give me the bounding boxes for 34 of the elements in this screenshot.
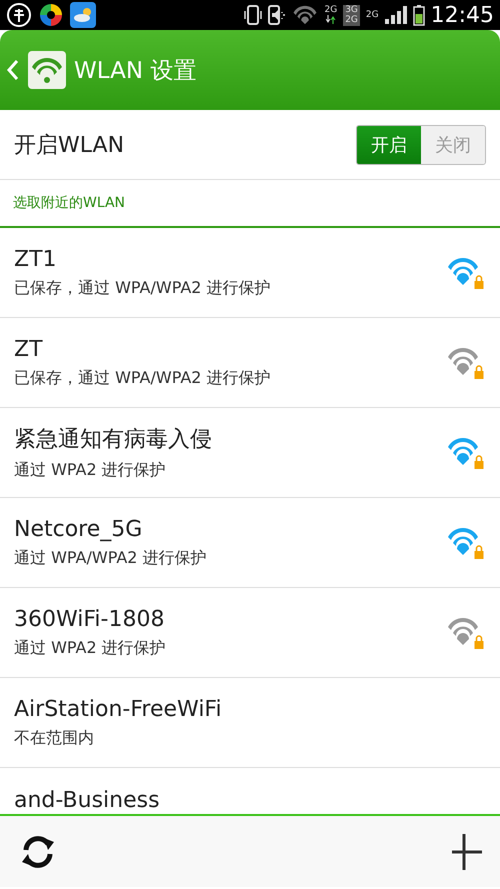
- network-status: 已保存，通过 WPA/WPA2 进行保护: [14, 278, 272, 298]
- network-name[interactable]: 紧急通知有病毒入侵: [14, 424, 446, 454]
- network-name[interactable]: 360WiFi-1808: [14, 606, 446, 632]
- network-name[interactable]: ZT: [14, 336, 446, 362]
- network-name[interactable]: and-Business: [14, 788, 486, 813]
- section-title: 选取附近的WLAN: [13, 194, 126, 212]
- app-icon: [38, 2, 64, 28]
- network-status: 不在范围内: [14, 728, 95, 748]
- signal-label: 2G: [366, 10, 379, 20]
- network-name[interactable]: AirStation-FreeWiFi: [14, 696, 486, 722]
- battery-icon: [412, 4, 425, 26]
- wifi-icon: [294, 6, 317, 24]
- data-label: 2G: [324, 6, 338, 15]
- weather-icon: [70, 2, 96, 28]
- network-status: 已保存，通过 WPA/WPA2 进行保护: [14, 368, 272, 388]
- network-name[interactable]: ZT1: [14, 246, 446, 272]
- back-icon[interactable]: [6, 58, 20, 82]
- network-name[interactable]: Netcore_5G: [14, 516, 446, 542]
- signal-icon: [384, 6, 407, 24]
- toggle-option[interactable]: 开启: [357, 126, 421, 164]
- wifi-app-icon: [28, 51, 66, 89]
- screen-title: WLAN 设置: [74, 56, 196, 86]
- vibrate-icon: [244, 4, 262, 26]
- network-status: 通过 WPA2 进行保护: [14, 638, 167, 658]
- data-arrows-icon: [326, 15, 336, 24]
- network-status: 通过 WPA/WPA2 进行保护: [14, 548, 208, 568]
- clock: 12:45: [430, 2, 494, 28]
- sim-label: 3G: [345, 6, 358, 14]
- add-icon[interactable]: [452, 832, 482, 872]
- wlan-label: 开启WLAN: [14, 132, 126, 160]
- sim-label: 2G: [345, 16, 358, 24]
- app-icon: [6, 2, 32, 28]
- speaker-icon: [268, 4, 286, 26]
- network-status: 通过 WPA2 进行保护: [14, 460, 167, 481]
